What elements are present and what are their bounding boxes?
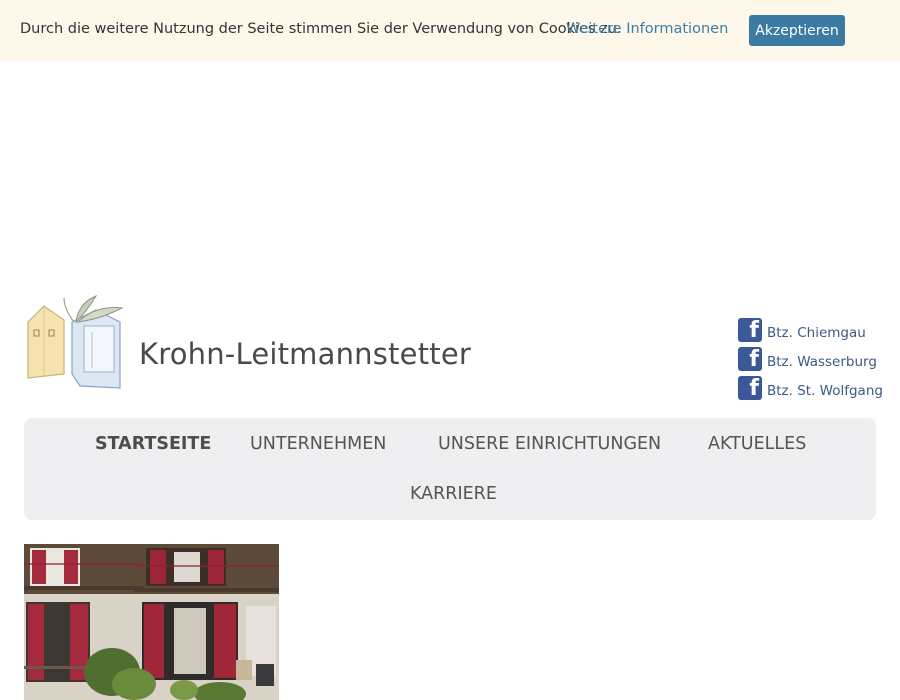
social-link-chiemgau[interactable]: f Btz. Chiemgau [738,313,883,342]
nav-item-startseite[interactable]: STARTSEITE [95,434,211,454]
nav-item-unternehmen[interactable]: UNTERNEHMEN [250,434,386,454]
nav-item-unsere-einrichtungen[interactable]: UNSERE EINRICHTUNGEN [438,434,661,454]
social-link-st-wolfgang[interactable]: f Btz. St. Wolfgang [738,371,883,400]
facebook-icon: f [738,347,762,371]
cookie-message: Durch die weitere Nutzung der Seite stim… [20,21,622,37]
site-title[interactable]: Krohn-Leitmannstetter [139,337,471,371]
cookie-more-info-link[interactable]: Weitere Informationen [566,21,728,37]
logo-houses-icon [27,294,124,389]
main-navigation: STARTSEITE UNTERNEHMEN UNSERE EINRICHTUN… [24,418,876,520]
nav-item-karriere[interactable]: KARRIERE [410,484,497,504]
social-link-wasserburg[interactable]: f Btz. Wasserburg [738,342,883,371]
social-link-label: Btz. Wasserburg [767,354,877,370]
cookie-accept-button[interactable]: Akzeptieren [749,15,845,46]
nav-item-aktuelles[interactable]: AKTUELLES [708,434,806,454]
social-link-label: Btz. St. Wolfgang [767,383,883,399]
facebook-icon: f [738,376,762,400]
facebook-icon: f [738,318,762,342]
site-logo[interactable] [24,292,128,392]
cookie-bar: Durch die weitere Nutzung der Seite stim… [0,0,900,61]
social-link-label: Btz. Chiemgau [767,325,866,341]
building-photo [24,544,279,700]
social-links: f Btz. Chiemgau f Btz. Wasserburg f Btz.… [738,313,883,400]
building-photo-image [24,544,279,700]
